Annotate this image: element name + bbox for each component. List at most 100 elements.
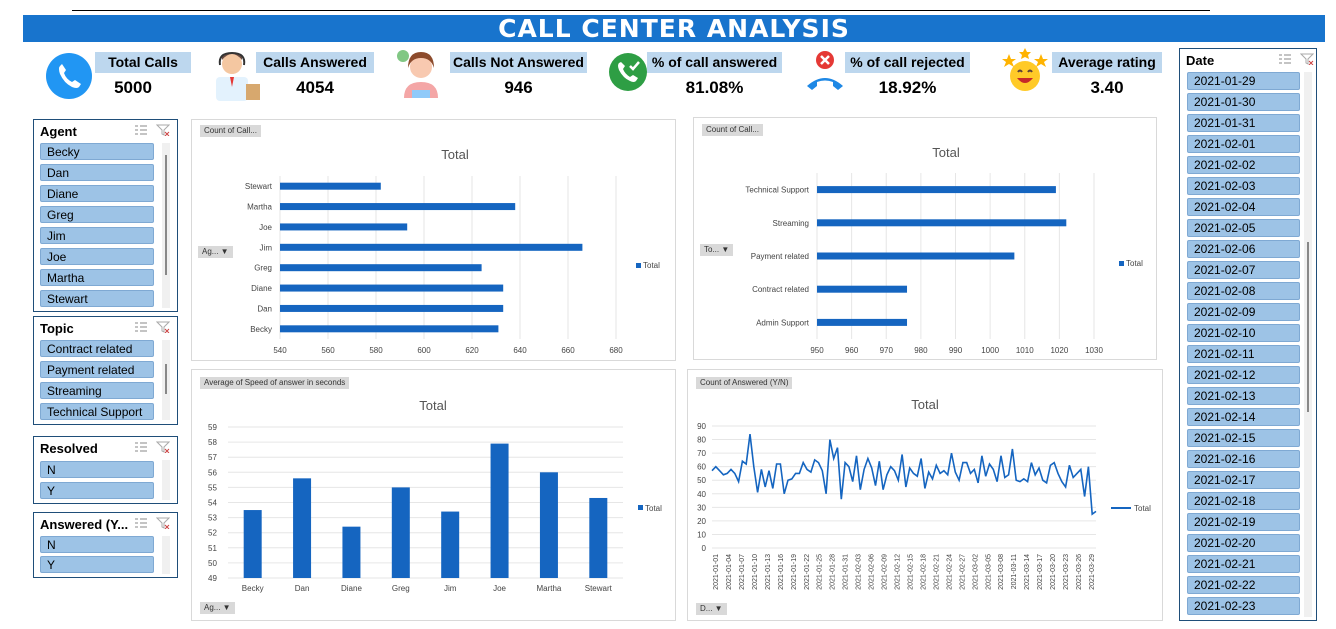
slicer-item[interactable]: Contract related [40,340,154,357]
slicer-item[interactable]: 2021-01-29 [1187,72,1300,90]
clear-filter-icon[interactable] [156,517,170,529]
slicer-item[interactable]: 2021-02-05 [1187,219,1300,237]
slicer-item[interactable]: Jim [40,227,154,244]
slicer-date-title: Date [1186,53,1215,68]
x-tick-label: 640 [513,346,527,355]
multi-select-icon[interactable] [134,441,148,453]
slicer-item[interactable]: 2021-02-06 [1187,240,1300,258]
slicer-item[interactable]: 2021-02-10 [1187,324,1300,342]
slicer-date: Date 2021-01-29 2021-01-30 2021-01-31 2021-… [1179,48,1317,621]
bar [817,318,908,326]
slicer-item[interactable]: 2021-02-08 [1187,282,1300,300]
slicer-item[interactable]: 2021-02-09 [1187,303,1300,321]
kpi-avg-rating-value: 3.40 [1090,78,1124,97]
slicer-item[interactable]: 2021-02-16 [1187,450,1300,468]
slicer-item[interactable]: 2021-02-04 [1187,198,1300,216]
y-tick-label: 0 [702,544,707,553]
slicer-resolved-title: Resolved [40,441,98,456]
slicer-item[interactable]: Y [40,556,154,573]
slicer-item[interactable]: 2021-02-20 [1187,534,1300,552]
y-tick-label: Joe [259,223,272,232]
slicer-resolved-scrollbar[interactable] [162,460,170,500]
slicer-item[interactable]: Becky [40,143,154,160]
slicer-item[interactable]: 2021-02-21 [1187,555,1300,573]
x-tick-label: 2021-01-07 [739,554,746,590]
slicer-item[interactable]: 2021-02-02 [1187,156,1300,174]
star-smiley-icon [1002,48,1048,91]
x-tick-label: 970 [880,346,894,355]
y-tick-label: 51 [208,544,217,553]
x-tick-label: 680 [609,346,623,355]
clear-filter-icon[interactable] [156,124,170,136]
x-tick-label: Stewart [585,584,613,593]
top-rule [72,10,1210,11]
kpi-total-calls-label: Total Calls [95,52,191,73]
slicer-item[interactable]: 2021-02-13 [1187,387,1300,405]
x-tick-label: 2021-01-10 [752,554,759,590]
dashboard-title: CALL CENTER ANALYSIS [23,15,1325,42]
slicer-item[interactable]: Streaming [40,382,154,399]
slicer-item[interactable]: Dan [40,164,154,181]
x-tick-label: 2021-01-19 [791,554,798,590]
slicer-item[interactable]: 2021-02-14 [1187,408,1300,426]
slicer-date-scrollbar[interactable] [1304,72,1312,617]
multi-select-icon[interactable] [1278,53,1292,65]
slicer-item[interactable]: Martha [40,269,154,286]
slicer-item[interactable]: Y [40,482,154,499]
slicer-item[interactable]: Stewart [40,290,154,307]
y-tick-label: 54 [208,499,217,508]
phone-icon [46,53,92,99]
slicer-item[interactable]: 2021-02-19 [1187,513,1300,531]
x-tick-label: 2021-02-09 [882,554,889,590]
slicer-item[interactable]: N [40,461,154,478]
x-tick-label: 2021-03-20 [1050,554,1057,590]
y-tick-label: 40 [697,490,706,499]
y-tick-label: 30 [697,503,706,512]
multi-select-icon[interactable] [134,517,148,529]
slicer-agent-scrollbar[interactable] [162,143,170,308]
slicer-item[interactable]: Greg [40,206,154,223]
multi-select-icon[interactable] [134,321,148,333]
x-tick-label: Dan [295,584,310,593]
x-tick-label: 950 [810,346,824,355]
slicer-item[interactable]: 2021-02-18 [1187,492,1300,510]
x-tick-label: 2021-03-05 [985,554,992,590]
slicer-item[interactable]: 2021-01-30 [1187,93,1300,111]
slicer-answered: Answered (Y... NY [33,512,178,578]
slicer-item[interactable]: Payment related [40,361,154,378]
slicer-item[interactable]: 2021-01-31 [1187,114,1300,132]
bar [589,497,608,578]
slicer-item[interactable]: 2021-02-11 [1187,345,1300,363]
slicer-item[interactable]: N [40,536,154,553]
slicer-item[interactable]: Technical Support [40,403,154,420]
x-tick-label: Jim [444,584,457,593]
clear-filter-icon[interactable] [156,441,170,453]
slicer-item[interactable]: 2021-02-22 [1187,576,1300,594]
slicer-answered-scrollbar[interactable] [162,536,170,574]
y-tick-label: 70 [697,449,706,458]
clear-filter-icon[interactable] [1300,53,1314,65]
slicer-item[interactable]: 2021-02-15 [1187,429,1300,447]
y-tick-label: 57 [208,453,217,462]
x-tick-label: 1020 [1050,346,1068,355]
slicer-item[interactable]: Joe [40,248,154,265]
y-tick-label: Martha [247,203,272,212]
slicer-item[interactable]: 2021-02-12 [1187,366,1300,384]
clear-filter-icon[interactable] [156,321,170,333]
slicer-item[interactable]: 2021-02-03 [1187,177,1300,195]
slicer-item[interactable]: 2021-02-01 [1187,135,1300,153]
slicer-topic-scrollbar[interactable] [162,340,170,420]
y-tick-label: Greg [254,264,272,273]
chart-title: Total [932,145,960,160]
x-tick-label: 2021-03-29 [1089,554,1096,590]
slicer-item[interactable]: Diane [40,185,154,202]
slicer-item[interactable]: 2021-02-07 [1187,261,1300,279]
x-tick-label: 2021-03-11 [1011,554,1018,589]
slicer-topic: Topic Contract related Payment related Str… [33,316,178,425]
x-tick-label: 2021-03-08 [998,554,1005,590]
multi-select-icon[interactable] [134,124,148,136]
slicer-item[interactable]: 2021-02-17 [1187,471,1300,489]
y-tick-label: 50 [208,559,217,568]
kpi-calls-answered-label: Calls Answered [256,52,374,73]
slicer-item[interactable]: 2021-02-23 [1187,597,1300,615]
